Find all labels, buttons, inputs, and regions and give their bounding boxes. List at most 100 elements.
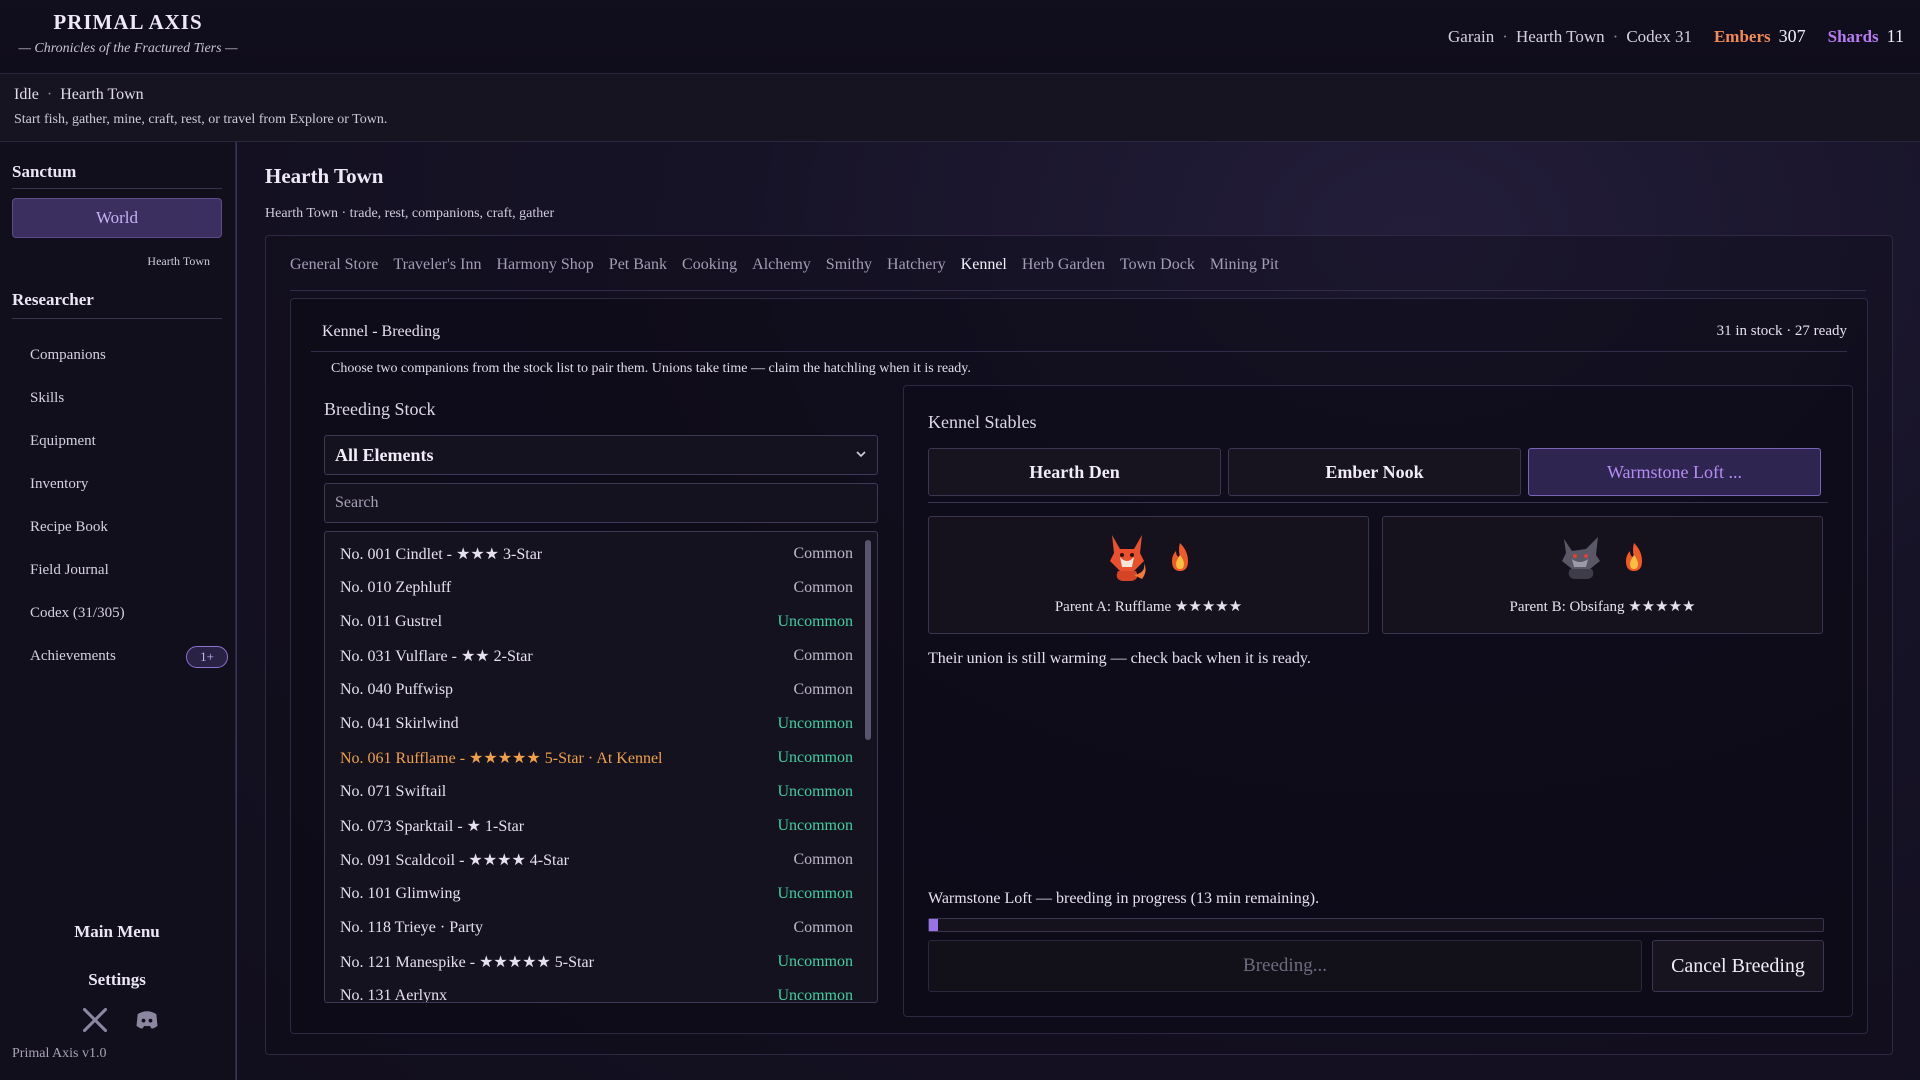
activity-status: Idle · Hearth Town [14, 86, 144, 104]
town-frame: General Store Traveler's Inn Harmony Sho… [265, 235, 1893, 1055]
embers-label: Embers [1713, 27, 1771, 46]
version-label: Primal Axis v1.0 [12, 1046, 107, 1061]
list-item[interactable]: No. 040 Puffwisp Common [325, 673, 877, 707]
divider [311, 351, 1847, 352]
sidebar-item-codex[interactable]: Codex (31/305) [30, 592, 220, 635]
list-item[interactable]: No. 121 Manespike - ★★★★★ 5-Star Uncommon [325, 945, 877, 979]
tab-smithy[interactable]: Smithy [826, 256, 872, 274]
tab-hatchery[interactable]: Hatchery [887, 256, 946, 274]
settings-button[interactable]: Settings [12, 970, 222, 990]
companion-rarity: Common [793, 919, 853, 936]
companion-rarity: Common [793, 579, 853, 596]
list-item[interactable]: No. 031 Vulflare - ★★ 2-Star Common [325, 639, 877, 673]
tab-travelers-inn[interactable]: Traveler's Inn [393, 256, 481, 274]
codex-count: Codex 31 [1626, 26, 1692, 46]
companion-name: No. 041 Skirlwind [340, 715, 459, 732]
player-summary: Garain · Hearth Town · Codex 31 Embers 3… [1448, 26, 1904, 47]
scrollbar-thumb[interactable] [865, 540, 871, 740]
world-button[interactable]: World [12, 198, 222, 238]
parent-a-icons [929, 531, 1368, 583]
town-tabs: General Store Traveler's Inn Harmony Sho… [290, 256, 1279, 274]
union-status-message: Their union is still warming — check bac… [928, 650, 1311, 667]
companion-rarity: Uncommon [777, 783, 853, 800]
brand-subtitle: — Chronicles of the Fractured Tiers — [18, 41, 238, 56]
divider [12, 188, 222, 189]
companion-rarity: Uncommon [777, 953, 853, 970]
list-item[interactable]: No. 041 Skirlwind Uncommon [325, 707, 877, 741]
breeding-progress-fill [929, 919, 938, 931]
list-item[interactable]: No. 091 Scaldcoil - ★★★★ 4-Star Common [325, 843, 877, 877]
player-name: Garain [1448, 26, 1495, 46]
tab-herb-garden[interactable]: Herb Garden [1022, 256, 1105, 274]
companion-name: No. 031 Vulflare - ★★ 2-Star [340, 648, 533, 665]
list-item[interactable]: No. 011 Gustrel Uncommon [325, 605, 877, 639]
tab-pet-bank[interactable]: Pet Bank [609, 256, 667, 274]
world-location-label: Hearth Town [147, 254, 210, 268]
search-input[interactable] [324, 483, 878, 523]
companion-name: No. 071 Swiftail [340, 783, 447, 800]
separator-dot: · [46, 86, 53, 103]
page-title: Hearth Town [265, 164, 384, 188]
list-item[interactable]: No. 131 Aerlynx Uncommon [325, 979, 877, 1003]
sidebar-item-inventory[interactable]: Inventory [30, 463, 220, 506]
activity-location: Hearth Town [60, 86, 144, 103]
sidebar-item-field-journal[interactable]: Field Journal [30, 549, 220, 592]
social-links [80, 1006, 162, 1034]
activity-hint: Start fish, gather, mine, craft, rest, o… [14, 112, 388, 127]
shards-counter: Shards 11 [1828, 26, 1904, 47]
companion-rarity: Common [793, 545, 853, 562]
stable-tabs: Hearth Den Ember Nook Warmstone Loft ... [928, 448, 1821, 496]
sidebar-item-achievements[interactable]: Achievements 1+ [30, 635, 228, 678]
parent-a-card[interactable]: Parent A: Rufflame ★★★★★ [928, 516, 1369, 634]
list-item[interactable]: No. 071 Swiftail Uncommon [325, 775, 877, 809]
sidebar-item-companions[interactable]: Companions [30, 334, 220, 377]
kennel-stables: Kennel Stables Hearth Den Ember Nook War… [903, 385, 1853, 1017]
companion-rarity: Common [793, 681, 853, 698]
sidebar-item-equipment[interactable]: Equipment [30, 420, 220, 463]
sidebar-item-skills[interactable]: Skills [30, 377, 220, 420]
tab-warmstone-loft[interactable]: Warmstone Loft ... [1528, 448, 1821, 496]
main-menu-button[interactable]: Main Menu [12, 922, 222, 942]
tab-cooking[interactable]: Cooking [682, 256, 737, 274]
tab-kennel[interactable]: Kennel [961, 256, 1007, 274]
companion-name: No. 118 Trieye · Party [340, 919, 483, 936]
player-location: Hearth Town [1515, 26, 1605, 46]
element-filter-select[interactable]: All Elements [324, 435, 878, 475]
companion-rarity: Uncommon [777, 885, 853, 902]
tab-hearth-den[interactable]: Hearth Den [928, 448, 1221, 496]
list-item[interactable]: No. 073 Sparktail - ★ 1-Star Uncommon [325, 809, 877, 843]
stables-title: Kennel Stables [928, 412, 1037, 432]
breeding-button[interactable]: Breeding... [928, 940, 1642, 992]
embers-value: 307 [1778, 26, 1806, 46]
x-icon[interactable] [80, 1006, 110, 1034]
list-item[interactable]: No. 001 Cindlet - ★★★ 3-Star Common [325, 537, 877, 571]
tab-harmony-shop[interactable]: Harmony Shop [496, 256, 593, 274]
brand-title: PRIMAL AXIS [53, 10, 203, 34]
companion-rarity: Common [793, 851, 853, 868]
discord-icon[interactable] [132, 1006, 162, 1034]
companion-rarity: Uncommon [777, 817, 853, 834]
breeding-progress-message: Warmstone Loft — breeding in progress (1… [928, 890, 1320, 907]
fire-icon [1625, 543, 1642, 571]
shards-label: Shards [1827, 27, 1879, 46]
list-item[interactable]: No. 010 Zephluff Common [325, 571, 877, 605]
kennel-panel: Kennel - Breeding 31 in stock · 27 ready… [290, 298, 1868, 1034]
list-item[interactable]: No. 101 Glimwing Uncommon [325, 877, 877, 911]
tab-alchemy[interactable]: Alchemy [752, 256, 811, 274]
list-item[interactable]: No. 061 Rufflame - ★★★★★ 5-Star · At Ken… [325, 741, 877, 775]
top-bar: PRIMAL AXIS — Chronicles of the Fracture… [0, 0, 1920, 74]
parent-b-card[interactable]: Parent B: Obsifang ★★★★★ [1382, 516, 1823, 634]
tab-mining-pit[interactable]: Mining Pit [1210, 256, 1279, 274]
sidebar-heading-sanctum: Sanctum [12, 162, 77, 181]
brand: PRIMAL AXIS — Chronicles of the Fracture… [18, 10, 238, 57]
breeding-stock-list[interactable]: No. 001 Cindlet - ★★★ 3-Star Common No. 01… [324, 531, 878, 1003]
cancel-breeding-button[interactable]: Cancel Breeding [1652, 940, 1824, 992]
tab-ember-nook[interactable]: Ember Nook [1228, 448, 1521, 496]
companion-rarity: Uncommon [777, 613, 853, 630]
tab-general-store[interactable]: General Store [290, 256, 378, 274]
companion-rarity: Uncommon [777, 987, 853, 1003]
sidebar-item-recipe-book[interactable]: Recipe Book [30, 506, 220, 549]
list-item[interactable]: No. 118 Trieye · Party Common [325, 911, 877, 945]
tab-town-dock[interactable]: Town Dock [1120, 256, 1195, 274]
companion-name: No. 040 Puffwisp [340, 681, 454, 698]
